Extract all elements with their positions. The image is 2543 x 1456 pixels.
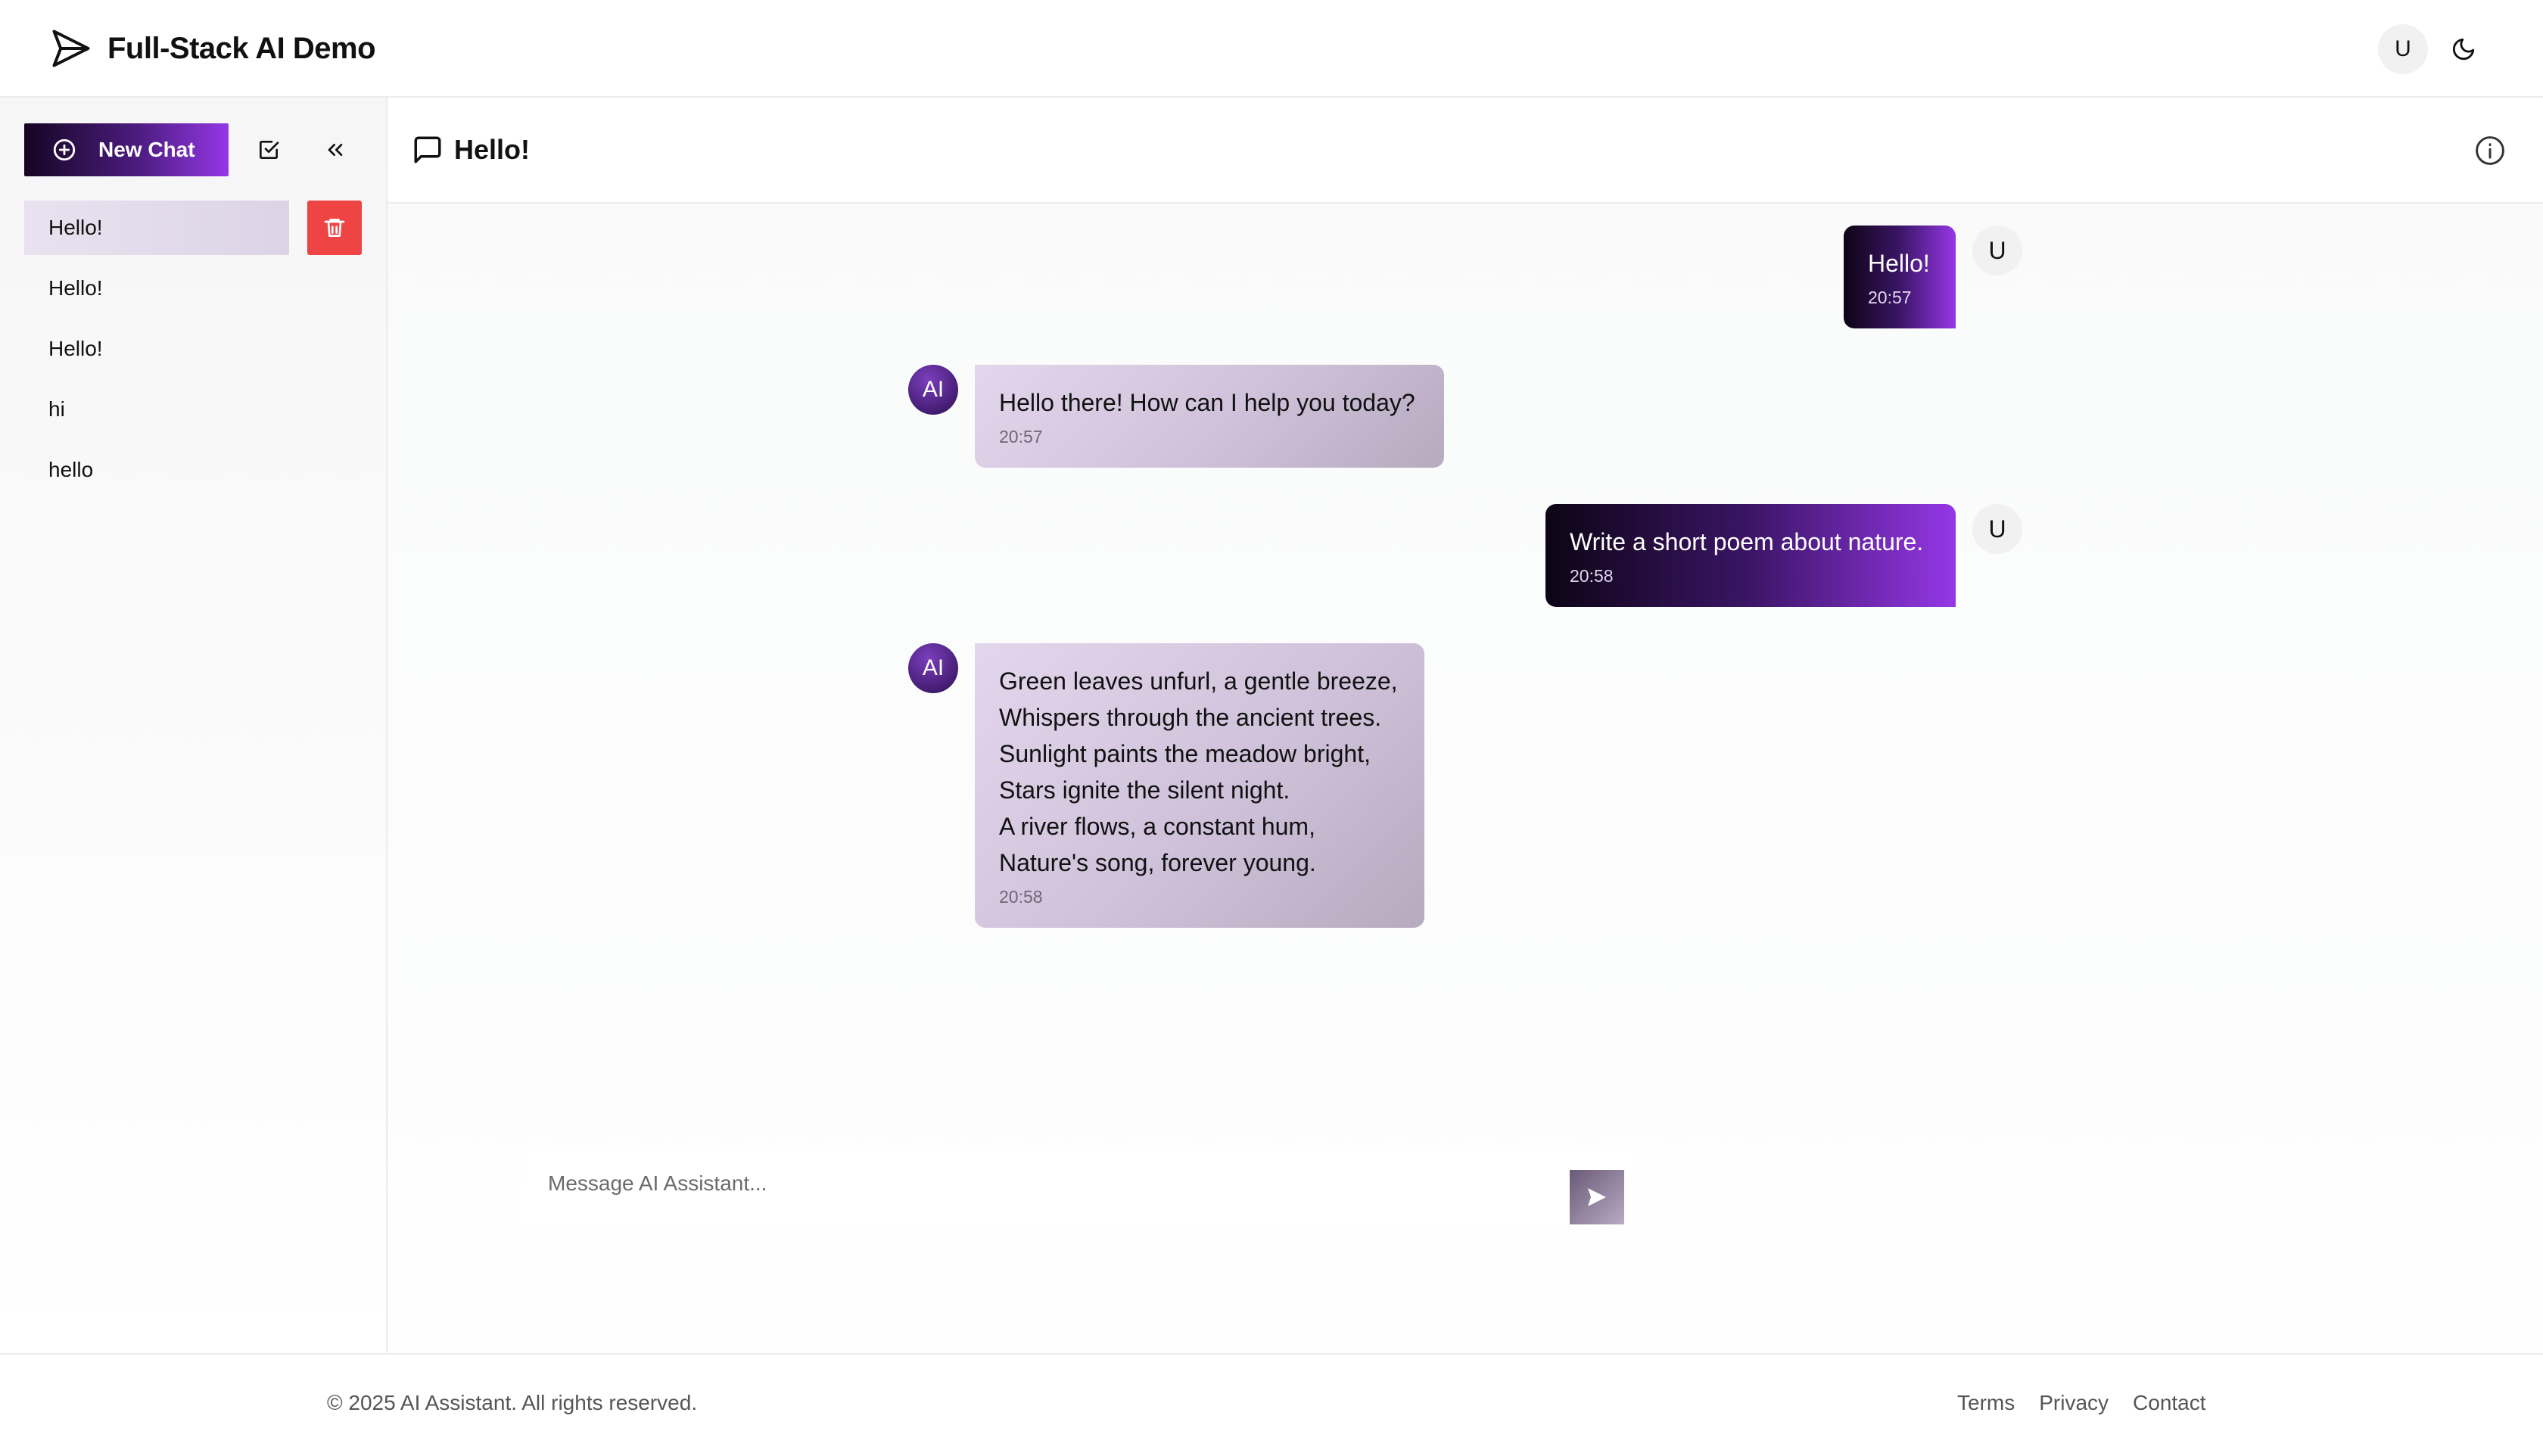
footer: © 2025 AI Assistant. All rights reserved… bbox=[0, 1353, 2543, 1456]
delete-chat-button[interactable] bbox=[307, 201, 362, 255]
user-message-bubble: Hello! 20:57 bbox=[1844, 226, 1956, 328]
chat-history-item-label: Hello! bbox=[48, 276, 103, 300]
user-avatar: U bbox=[1972, 504, 2022, 554]
new-chat-button[interactable]: New Chat bbox=[24, 123, 229, 176]
info-icon[interactable] bbox=[2473, 134, 2507, 167]
moon-icon bbox=[2452, 38, 2475, 61]
chat-history-item-label: hi bbox=[48, 397, 65, 421]
message-time: 20:57 bbox=[1868, 288, 1912, 307]
chat-history-item-highlight: Hello! bbox=[24, 201, 289, 255]
terms-link[interactable]: Terms bbox=[1957, 1391, 2015, 1415]
chat-history-item-label: Hello! bbox=[48, 337, 103, 360]
chat-history-list: Hello! Hello! Hello! hi hello bbox=[24, 201, 363, 503]
trash-icon bbox=[324, 219, 345, 237]
message-composer bbox=[521, 1152, 1635, 1227]
message-text: Write a short poem about nature. bbox=[1570, 528, 1924, 555]
sidebar: New Chat Hello! Hello! Hello! hi hello bbox=[0, 98, 388, 1353]
send-arrow-icon bbox=[52, 30, 90, 67]
message-text: Hello! bbox=[1868, 250, 1930, 277]
privacy-link[interactable]: Privacy bbox=[2039, 1391, 2109, 1415]
chat-history-item[interactable]: Hello! bbox=[24, 261, 363, 316]
chat-history-item[interactable]: Hello! bbox=[24, 322, 363, 376]
contact-link[interactable]: Contact bbox=[2133, 1391, 2206, 1415]
message-time: 20:58 bbox=[999, 887, 1043, 907]
message-time: 20:57 bbox=[999, 427, 1043, 446]
send-button[interactable] bbox=[1570, 1170, 1624, 1224]
ai-message-bubble: Hello there! How can I help you today? 2… bbox=[975, 365, 1444, 468]
user-avatar[interactable]: U bbox=[2378, 24, 2428, 74]
chat-header: Hello! bbox=[388, 98, 2543, 204]
app-title: Full-Stack AI Demo bbox=[107, 31, 376, 65]
ai-avatar: AI bbox=[908, 643, 958, 693]
message-square-icon bbox=[414, 136, 441, 163]
ai-avatar: AI bbox=[908, 365, 958, 415]
checkbox-icon bbox=[260, 141, 279, 159]
chat-history-item-label: Hello! bbox=[48, 216, 103, 239]
select-chats-button[interactable] bbox=[251, 132, 286, 167]
message-time: 20:58 bbox=[1570, 566, 1614, 586]
chat-title: Hello! bbox=[454, 134, 531, 165]
copyright-text: © 2025 AI Assistant. All rights reserved… bbox=[327, 1391, 698, 1414]
message-text: Hello there! How can I help you today? bbox=[999, 389, 1415, 416]
message-text: Green leaves unfurl, a gentle breeze, Wh… bbox=[999, 667, 1398, 876]
chat-history-item[interactable]: Hello! bbox=[24, 201, 363, 255]
chat-history-item[interactable]: hello bbox=[24, 443, 363, 497]
theme-toggle-button[interactable] bbox=[2445, 30, 2482, 68]
brand[interactable]: Full-Stack AI Demo bbox=[48, 26, 376, 71]
send-icon bbox=[1588, 1188, 1606, 1206]
footer-links: Terms Privacy Contact bbox=[1957, 1391, 2230, 1415]
chevrons-left-icon bbox=[328, 144, 343, 156]
chat-history-item[interactable]: hi bbox=[24, 382, 363, 437]
collapse-sidebar-button[interactable] bbox=[318, 132, 353, 167]
ai-message-bubble: Green leaves unfurl, a gentle breeze, Wh… bbox=[975, 643, 1424, 928]
plus-circle-icon bbox=[53, 138, 76, 161]
chat-history-item-label: hello bbox=[48, 458, 94, 481]
new-chat-label: New Chat bbox=[98, 138, 195, 161]
user-message-bubble: Write a short poem about nature. 20:58 bbox=[1545, 504, 1956, 607]
app-root: Full-Stack AI Demo U New Chat Hello! Hel… bbox=[0, 0, 2543, 1456]
user-avatar: U bbox=[1972, 226, 2022, 275]
message-input[interactable] bbox=[521, 1152, 1550, 1227]
top-header: Full-Stack AI Demo U bbox=[0, 0, 2543, 98]
